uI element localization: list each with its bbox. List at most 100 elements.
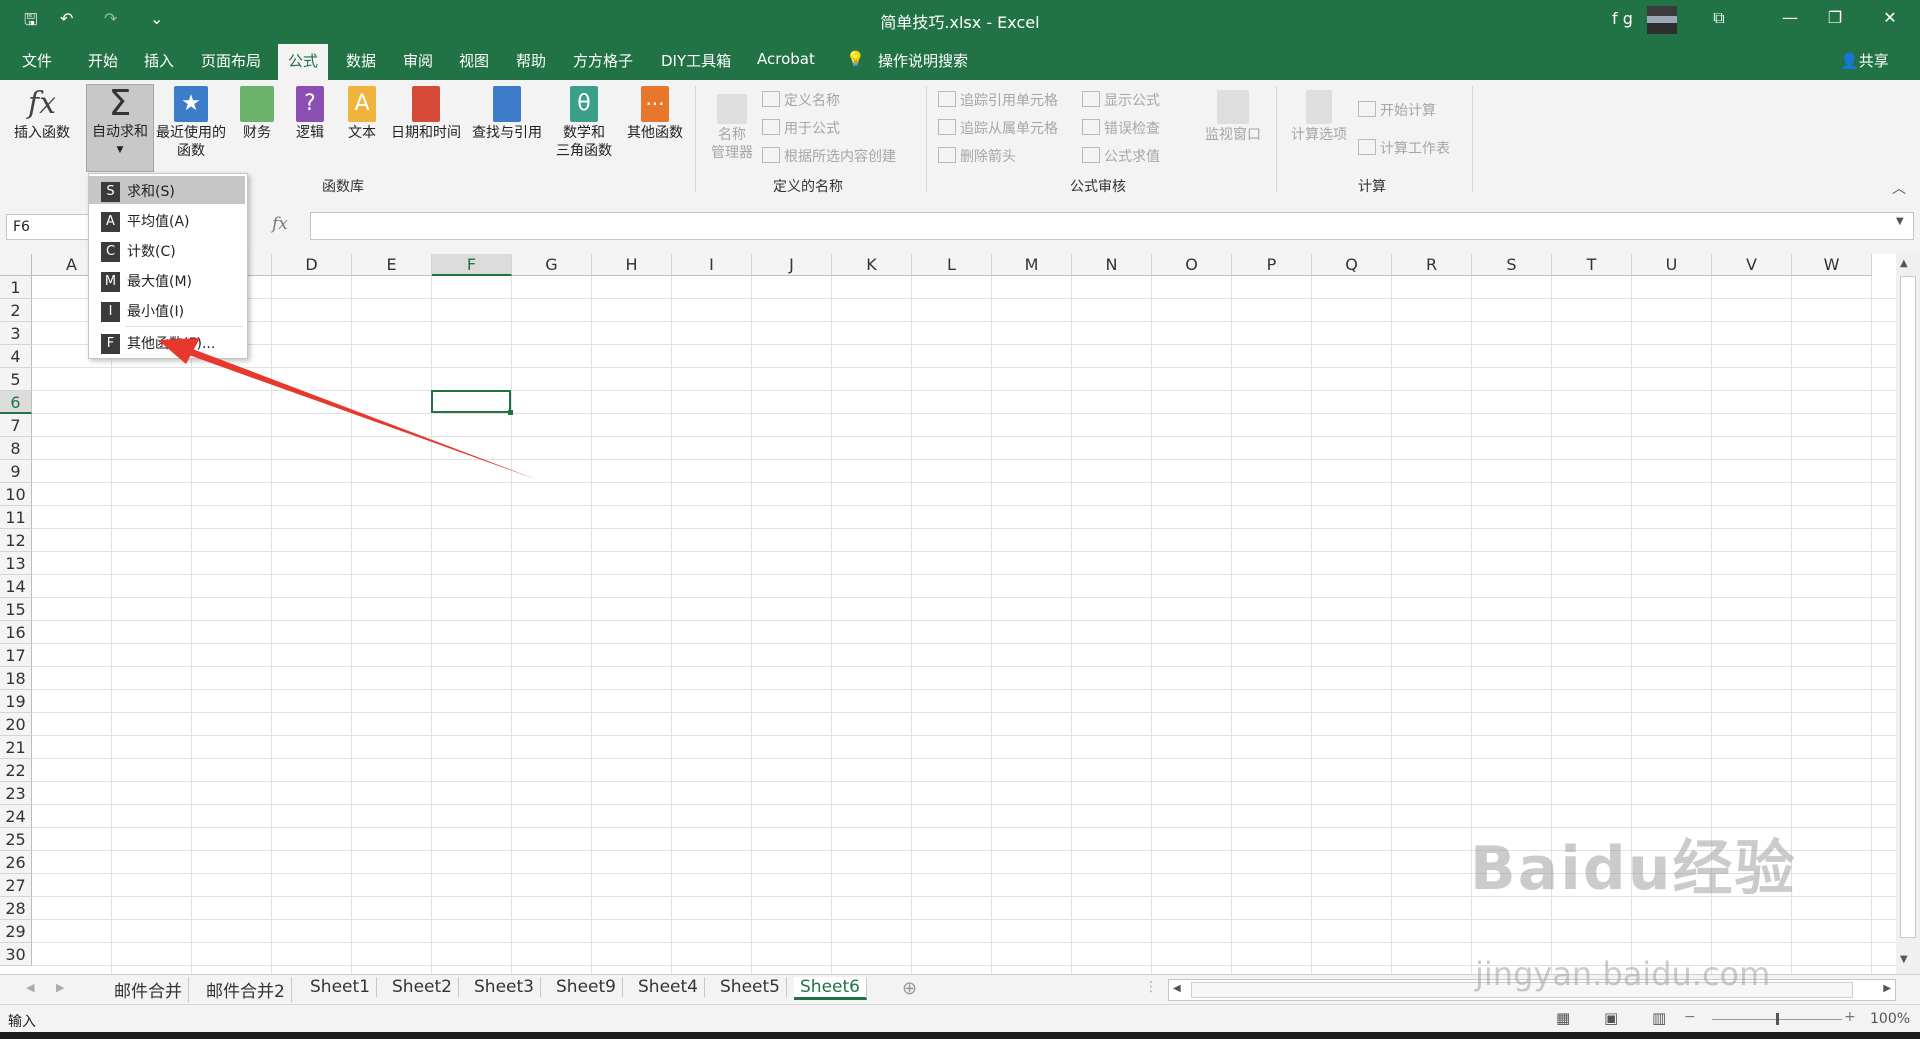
row-header[interactable]: 1 [0, 276, 32, 299]
tab-review[interactable]: 审阅 [403, 50, 433, 71]
calculation-options-button[interactable]: 计算选项 [1284, 90, 1354, 144]
tab-fangfang[interactable]: 方方格子 [573, 50, 633, 71]
row-header[interactable]: 29 [0, 920, 32, 943]
tab-home[interactable]: 开始 [88, 50, 118, 71]
row-header[interactable]: 12 [0, 529, 32, 552]
menu-item-max[interactable]: M 最大值(M) [89, 266, 245, 294]
date-time-button[interactable]: 日期和时间 [386, 86, 466, 142]
scroll-right-icon[interactable]: ▶ [56, 981, 64, 994]
define-name-button[interactable]: 定义名称 [762, 90, 840, 110]
column-header[interactable]: T [1552, 254, 1632, 276]
select-all-corner[interactable] [0, 254, 32, 276]
use-in-formula-button[interactable]: 用于公式 [762, 118, 840, 138]
column-header[interactable]: O [1152, 254, 1232, 276]
zoom-in-icon[interactable]: + [1844, 1009, 1856, 1025]
row-header[interactable]: 21 [0, 736, 32, 759]
row-header[interactable]: 15 [0, 598, 32, 621]
sheet-tab[interactable]: Sheet2 [386, 977, 459, 997]
row-header[interactable]: 14 [0, 575, 32, 598]
column-header[interactable]: L [912, 254, 992, 276]
trace-precedents-button[interactable]: 追踪引用单元格 [938, 90, 1058, 110]
column-header[interactable]: V [1712, 254, 1792, 276]
restore-icon[interactable]: ❐ [1820, 8, 1850, 27]
vertical-scrollbar[interactable]: ▲ ▼ [1896, 254, 1920, 974]
column-header[interactable]: S [1472, 254, 1552, 276]
row-header[interactable]: 2 [0, 299, 32, 322]
row-header[interactable]: 23 [0, 782, 32, 805]
tab-file[interactable]: 文件 [22, 50, 52, 71]
row-header[interactable]: 9 [0, 460, 32, 483]
more-functions-button[interactable]: ··· 其他函数 [622, 86, 688, 142]
sheet-tab[interactable]: Sheet5 [714, 977, 787, 997]
row-header[interactable]: 19 [0, 690, 32, 713]
column-header[interactable]: U [1632, 254, 1712, 276]
row-header[interactable]: 27 [0, 874, 32, 897]
tab-acrobat[interactable]: Acrobat [757, 50, 815, 68]
add-sheet-icon[interactable]: ⊕ [902, 978, 917, 999]
column-header[interactable]: D [272, 254, 352, 276]
row-header[interactable]: 3 [0, 322, 32, 345]
zoom-level[interactable]: 100% [1870, 1011, 1910, 1027]
page-break-view-icon[interactable]: ▥ [1652, 1009, 1666, 1027]
tab-help[interactable]: 帮助 [516, 50, 546, 71]
show-formulas-button[interactable]: 显示公式 [1082, 90, 1160, 110]
tab-formulas[interactable]: 公式 [278, 44, 329, 81]
row-header[interactable]: 7 [0, 414, 32, 437]
formula-input[interactable] [310, 212, 1914, 240]
calculate-sheet-button[interactable]: 计算工作表 [1358, 138, 1450, 158]
tell-me-search[interactable]: 操作说明搜索 [878, 50, 968, 71]
menu-item-sum[interactable]: S 求和(S) [89, 176, 245, 204]
splitter-icon[interactable]: ⋮ [1144, 979, 1158, 995]
row-header[interactable]: 28 [0, 897, 32, 920]
scroll-left-icon[interactable]: ◀ [26, 981, 34, 994]
logical-button[interactable]: ? 逻辑 [290, 86, 330, 142]
tab-page-layout[interactable]: 页面布局 [201, 50, 261, 71]
name-manager-button[interactable]: 名称 管理器 [706, 94, 758, 162]
tab-data[interactable]: 数据 [346, 50, 376, 71]
row-header[interactable]: 11 [0, 506, 32, 529]
column-header[interactable]: G [512, 254, 592, 276]
calculate-now-button[interactable]: 开始计算 [1358, 100, 1436, 120]
sheet-tab[interactable]: 邮件合并2 [200, 977, 292, 1002]
scroll-up-icon[interactable]: ▲ [1900, 258, 1908, 269]
autosum-button[interactable]: Σ 自动求和 ▼ [86, 84, 154, 172]
math-trig-button[interactable]: θ 数学和 三角函数 [546, 86, 622, 160]
create-from-selection-button[interactable]: 根据所选内容创建 [762, 146, 896, 166]
row-header[interactable]: 16 [0, 621, 32, 644]
remove-arrows-button[interactable]: 删除箭头 [938, 146, 1016, 166]
menu-item-more-functions[interactable]: F 其他函数(F)... [89, 328, 245, 356]
hscroll-right-icon[interactable]: ▶ [1883, 983, 1891, 994]
row-header[interactable]: 24 [0, 805, 32, 828]
collapse-ribbon-icon[interactable]: ︿ [1892, 178, 1906, 198]
user-name[interactable]: f g [1612, 9, 1633, 28]
evaluate-formula-button[interactable]: 公式求值 [1082, 146, 1160, 166]
row-header[interactable]: 20 [0, 713, 32, 736]
row-header[interactable]: 30 [0, 943, 32, 966]
minimize-icon[interactable]: — [1775, 8, 1805, 27]
fx-icon[interactable]: fx [272, 214, 288, 234]
tab-insert[interactable]: 插入 [144, 50, 174, 71]
scroll-thumb[interactable] [1900, 276, 1916, 938]
zoom-slider-thumb[interactable] [1776, 1013, 1779, 1025]
sheet-tab[interactable]: Sheet9 [550, 977, 623, 997]
normal-view-icon[interactable]: ▦ [1556, 1009, 1570, 1027]
sheet-tab-active[interactable]: Sheet6 [794, 977, 867, 1000]
avatar[interactable] [1647, 6, 1677, 34]
row-header[interactable]: 5 [0, 368, 32, 391]
row-header[interactable]: 26 [0, 851, 32, 874]
column-header[interactable]: M [992, 254, 1072, 276]
page-layout-view-icon[interactable]: ▣ [1604, 1009, 1618, 1027]
close-icon[interactable]: ✕ [1875, 8, 1905, 27]
insert-function-button[interactable]: fx 插入函数 [8, 86, 76, 142]
recently-used-button[interactable]: ★ 最近使用的 函数 [152, 86, 230, 160]
fill-handle[interactable] [508, 410, 513, 415]
ribbon-display-options-icon[interactable]: ⧉ [1704, 8, 1734, 28]
sheet-tab[interactable]: Sheet3 [468, 977, 541, 997]
lookup-reference-button[interactable]: 查找与引用 [466, 86, 548, 142]
hscroll-left-icon[interactable]: ◀ [1173, 983, 1181, 994]
column-header[interactable]: K [832, 254, 912, 276]
financial-button[interactable]: 财务 [236, 86, 278, 142]
tab-diy-toolbox[interactable]: DIY工具箱 [661, 50, 731, 71]
column-header[interactable]: I [672, 254, 752, 276]
row-header[interactable]: 8 [0, 437, 32, 460]
